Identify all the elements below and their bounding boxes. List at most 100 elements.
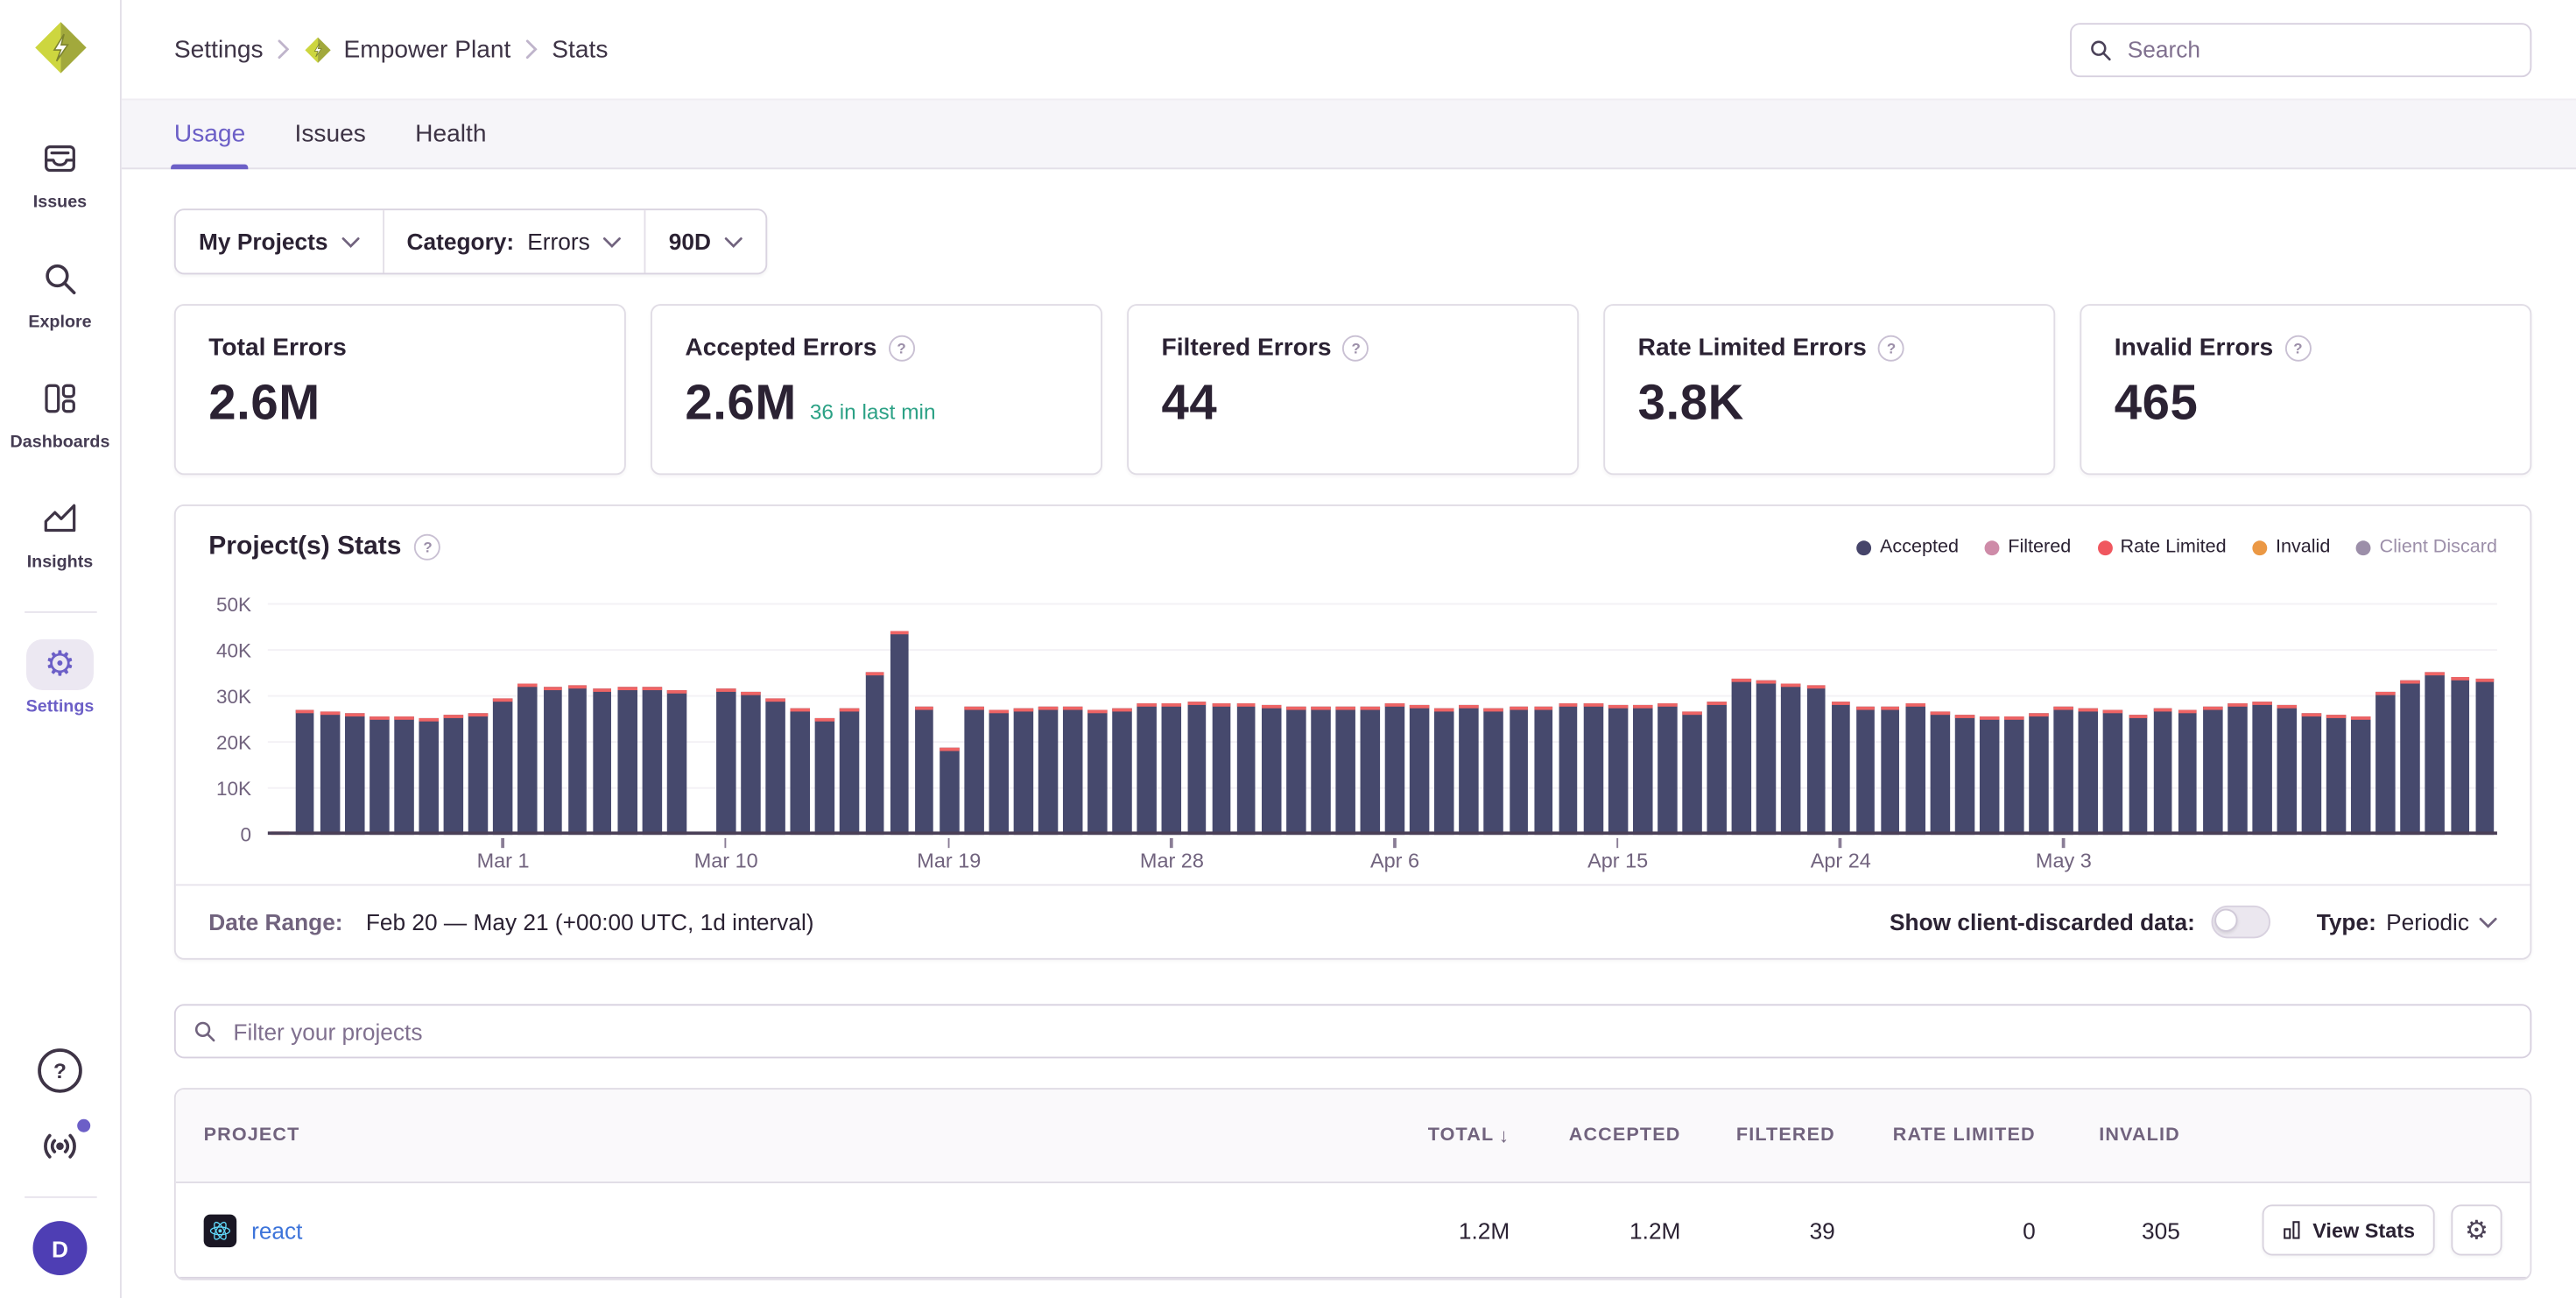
breadcrumb-settings[interactable]: Settings [174, 35, 264, 63]
view-stats-button[interactable]: View Stats [2262, 1204, 2435, 1255]
bar [1063, 707, 1082, 835]
rate-limited-cap [1038, 707, 1058, 710]
bar [1038, 707, 1058, 835]
question-circle-icon[interactable]: ? [2284, 335, 2311, 361]
rate-limited-cap [320, 711, 340, 715]
rate-limited-cap [1658, 703, 1677, 707]
project-selector[interactable]: My Projects [176, 210, 383, 272]
card-note: 36 in last min [810, 399, 936, 424]
sidebar-divider [24, 611, 96, 613]
legend-dot [2097, 540, 2112, 554]
x-axis-labels: Mar 1Mar 10Mar 19Mar 28Apr 6Apr 15Apr 24… [268, 835, 2497, 884]
sidebar-item-dashboards[interactable]: Dashboards [11, 371, 110, 452]
breadcrumb-org-label: Empower Plant [344, 35, 511, 63]
period-selector[interactable]: 90D [644, 210, 765, 272]
rate-limited-cap [1335, 707, 1355, 710]
broadcasts-icon[interactable] [39, 1125, 81, 1167]
chevron-down-icon [2479, 916, 2497, 928]
bar [964, 707, 983, 835]
bar [543, 687, 562, 835]
bar [741, 692, 760, 835]
bar [940, 748, 959, 835]
rate-limited-cap [1410, 705, 1429, 709]
bar-slot [1754, 572, 1778, 835]
bar-slot [1828, 572, 1853, 835]
rate-limited-cap [1435, 709, 1454, 712]
client-discard-toggle[interactable] [2212, 906, 2271, 939]
project-link[interactable]: react [251, 1217, 302, 1243]
bar [1831, 702, 1850, 835]
bar-slot [887, 572, 911, 835]
y-tick-label: 30K [216, 685, 251, 708]
rate-limited-cap [2079, 709, 2098, 712]
question-circle-icon[interactable]: ? [1343, 335, 1369, 361]
question-circle-icon[interactable]: ? [889, 335, 915, 361]
col-project: PROJECT [204, 1125, 1333, 1146]
rate-limited-cap [1930, 711, 1949, 715]
bar [2129, 715, 2148, 835]
bar [2451, 677, 2470, 835]
rate-limited-cap [1707, 702, 1727, 705]
tab-issues[interactable]: Issues [295, 100, 366, 167]
breadcrumb-org[interactable]: Empower Plant [304, 35, 510, 63]
rate-limited-cap [1212, 703, 1231, 707]
sidebar-item-issues[interactable]: Issues [23, 131, 96, 212]
project-filter-input[interactable] [230, 1016, 2514, 1046]
sidebar-item-label: Insights [27, 552, 94, 572]
legend-filtered[interactable]: Filtered [1985, 538, 2071, 558]
bar-slot [565, 572, 589, 835]
bar [1361, 707, 1380, 835]
bar-slot [1506, 572, 1531, 835]
insights-chart-icon [23, 491, 96, 546]
question-circle-icon[interactable]: ? [1878, 335, 1904, 361]
bar [1707, 702, 1727, 835]
legend-invalid[interactable]: Invalid [2253, 538, 2331, 558]
question-circle-icon[interactable]: ? [415, 534, 441, 561]
sentry-org-logo[interactable] [32, 20, 88, 76]
rate-limited-cap [1460, 705, 1479, 709]
rate-limited-cap [1782, 684, 1801, 688]
bar-slot [1060, 572, 1085, 835]
chart-legend: Accepted Filtered Rate Limited Invalid [1857, 538, 2497, 558]
rate-limited-cap [444, 715, 463, 718]
col-total-sort[interactable]: TOTAL↓ [1333, 1124, 1510, 1146]
bar [295, 710, 314, 836]
bar-slot [1432, 572, 1457, 835]
bar [419, 718, 439, 835]
bar-slot [1630, 572, 1655, 835]
bar [617, 687, 637, 835]
sidebar-item-insights[interactable]: Insights [23, 491, 96, 572]
tab-health[interactable]: Health [415, 100, 486, 167]
bar-slot [2026, 572, 2051, 835]
sidebar-item-explore[interactable]: Explore [23, 251, 96, 332]
sidebar-item-settings[interactable]: ⚙ Settings [26, 639, 95, 716]
legend-client-discard[interactable]: Client Discard [2356, 538, 2497, 558]
type-selector[interactable]: Type: Periodic [2317, 909, 2497, 935]
search-input[interactable] [2124, 34, 2514, 64]
bar [1311, 707, 1330, 835]
card-title: Total Errors [208, 334, 346, 362]
rate-limited-cap [2178, 710, 2197, 714]
rate-limited-cap [1559, 703, 1578, 707]
category-selector[interactable]: Category: Errors [382, 210, 644, 272]
legend-rate-limited[interactable]: Rate Limited [2097, 538, 2226, 558]
user-avatar[interactable]: D [33, 1221, 88, 1275]
org-logo-icon [304, 35, 332, 63]
project-settings-button[interactable]: ⚙ [2451, 1204, 2502, 1255]
bar-slot [1185, 572, 1209, 835]
rate-limited-cap [1187, 702, 1207, 705]
tab-usage[interactable]: Usage [174, 100, 245, 167]
bar [2079, 709, 2098, 835]
help-icon[interactable]: ? [38, 1048, 82, 1093]
rate-limited-cap [1088, 710, 1108, 714]
bar [1460, 705, 1479, 835]
card-value: 465 [2115, 377, 2199, 433]
bar [1509, 707, 1528, 835]
bar [1385, 703, 1404, 835]
legend-accepted[interactable]: Accepted [1857, 538, 1959, 558]
bar-slot [417, 572, 441, 835]
bar [1881, 707, 1900, 835]
bar-slot [1036, 572, 1060, 835]
sidebar-divider [24, 1196, 96, 1198]
magnifier-icon [23, 251, 96, 306]
